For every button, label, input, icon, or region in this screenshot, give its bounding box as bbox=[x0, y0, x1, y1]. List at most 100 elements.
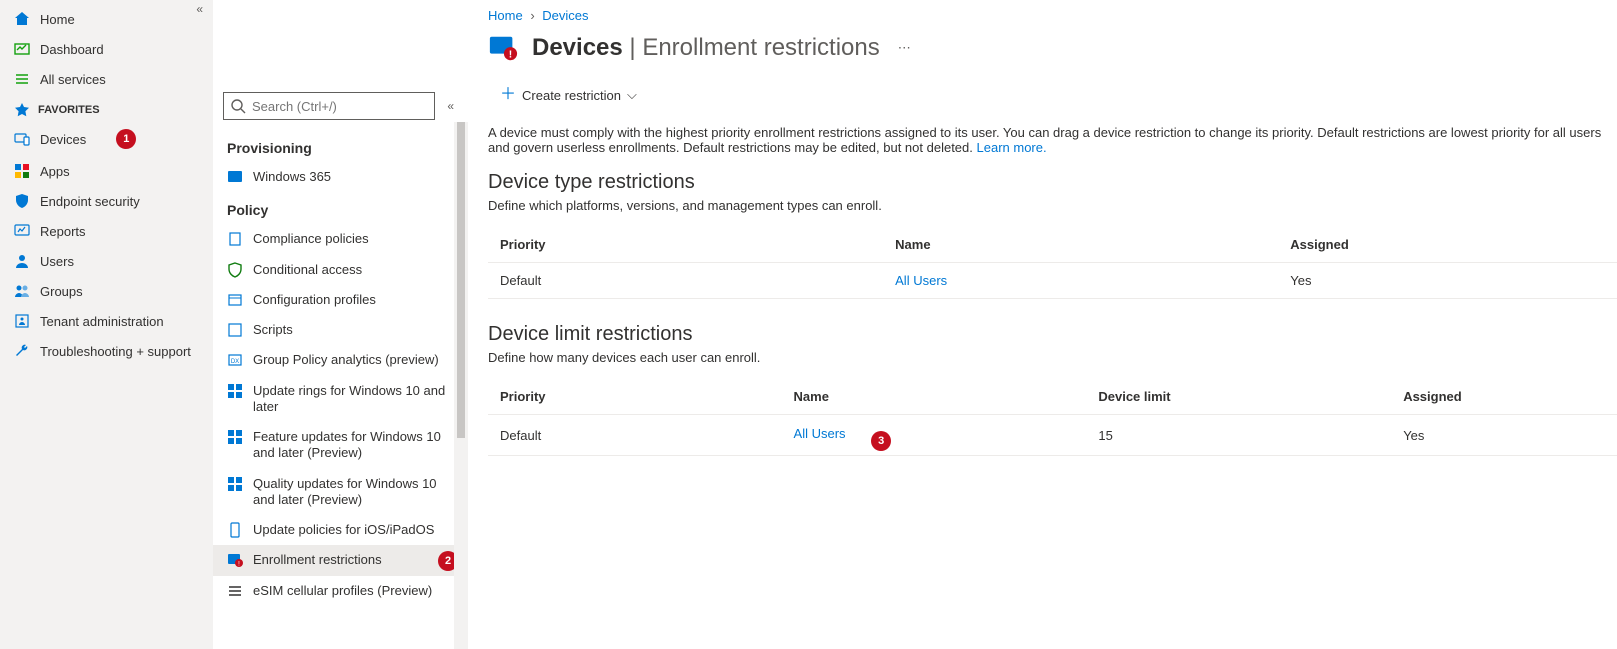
learn-more-link[interactable]: Learn more. bbox=[977, 140, 1047, 155]
col-assigned[interactable]: Assigned bbox=[1278, 227, 1617, 263]
cell-assigned: Yes bbox=[1391, 415, 1617, 456]
dashboard-icon bbox=[14, 41, 30, 57]
nav2-iosupd[interactable]: Update policies for iOS/iPadOS bbox=[213, 515, 468, 545]
home-icon bbox=[14, 11, 30, 27]
nav1-label: Tenant administration bbox=[40, 314, 164, 329]
nav1-endpoint[interactable]: Endpoint security bbox=[0, 186, 213, 216]
nav2-enrollment-restrictions[interactable]: ! Enrollment restrictions 2 bbox=[213, 545, 468, 575]
nav2-updaterings[interactable]: Update rings for Windows 10 and later bbox=[213, 376, 468, 423]
provisioning-heading: Provisioning bbox=[213, 130, 468, 162]
cell-limit: 15 bbox=[1086, 415, 1391, 456]
nav2-label: Compliance policies bbox=[253, 231, 454, 247]
nav2-label: Scripts bbox=[253, 322, 454, 338]
nav1-apps[interactable]: Apps bbox=[0, 156, 213, 186]
device-type-table: Priority Name Assigned Default All Users… bbox=[488, 227, 1617, 299]
svg-text:DX: DX bbox=[231, 359, 239, 365]
breadcrumb: Home › Devices bbox=[488, 8, 1617, 23]
col-priority[interactable]: Priority bbox=[488, 379, 782, 415]
chevron-down-icon: ⌵ bbox=[627, 87, 637, 103]
annotation-badge-1: 1 bbox=[116, 129, 136, 149]
nav2-label: Feature updates for Windows 10 and later… bbox=[253, 429, 454, 462]
breadcrumb-devices[interactable]: Devices bbox=[542, 8, 588, 23]
device-limit-table: Priority Name Device limit Assigned Defa… bbox=[488, 379, 1617, 456]
nav2-windows365[interactable]: Windows 365 bbox=[213, 162, 468, 192]
nav2-conditional[interactable]: Conditional access bbox=[213, 255, 468, 285]
col-priority[interactable]: Priority bbox=[488, 227, 883, 263]
nav1-home[interactable]: Home bbox=[0, 4, 213, 34]
nav1-reports[interactable]: Reports bbox=[0, 216, 213, 246]
list-icon bbox=[14, 71, 30, 87]
windows-icon bbox=[227, 383, 243, 399]
col-name[interactable]: Name bbox=[883, 227, 1278, 263]
breadcrumb-sep-icon: › bbox=[530, 8, 534, 23]
nav1-label: Home bbox=[40, 12, 75, 27]
windows-icon bbox=[227, 476, 243, 492]
nav2-compliance[interactable]: Compliance policies bbox=[213, 224, 468, 254]
user-icon bbox=[14, 253, 30, 269]
cell-name-link[interactable]: All Users bbox=[895, 273, 947, 288]
nav1-tenant[interactable]: Tenant administration bbox=[0, 306, 213, 336]
nav1-groups[interactable]: Groups bbox=[0, 276, 213, 306]
table-row[interactable]: Default All Users Yes bbox=[488, 263, 1617, 299]
device-limit-heading: Device limit restrictions bbox=[488, 323, 1617, 346]
shield-icon bbox=[14, 193, 30, 209]
apps-icon bbox=[14, 163, 30, 179]
nav1-users[interactable]: Users bbox=[0, 246, 213, 276]
nav2-configprof[interactable]: Configuration profiles bbox=[213, 285, 468, 315]
breadcrumb-home[interactable]: Home bbox=[488, 8, 523, 23]
table-row[interactable]: Default All Users 3 15 Yes bbox=[488, 415, 1617, 456]
wrench-icon bbox=[14, 343, 30, 359]
devices-title-icon: ! bbox=[488, 33, 518, 63]
cell-priority: Default bbox=[488, 263, 883, 299]
scrollbar[interactable] bbox=[454, 122, 468, 649]
nav2-label: Update rings for Windows 10 and later bbox=[253, 383, 454, 416]
nav1-label: Endpoint security bbox=[40, 194, 140, 209]
groups-icon bbox=[14, 283, 30, 299]
config-icon bbox=[227, 292, 243, 308]
nav2-label: Configuration profiles bbox=[253, 292, 454, 308]
nav1-devices[interactable]: Devices 1 bbox=[0, 122, 213, 156]
search-input[interactable] bbox=[252, 99, 428, 114]
star-icon bbox=[14, 102, 30, 118]
scrollbar-thumb[interactable] bbox=[457, 122, 465, 438]
annotation-badge-3: 3 bbox=[871, 431, 891, 451]
nav2-label: Group Policy analytics (preview) bbox=[253, 352, 454, 368]
nav1-label: Apps bbox=[40, 164, 70, 179]
page-title-bar: ! Devices | Enrollment restrictions ⋯ bbox=[488, 33, 1617, 63]
cell-assigned: Yes bbox=[1278, 263, 1617, 299]
nav2-featureupd[interactable]: Feature updates for Windows 10 and later… bbox=[213, 422, 468, 469]
nav2-esim[interactable]: eSIM cellular profiles (Preview) bbox=[213, 576, 468, 606]
col-assigned[interactable]: Assigned bbox=[1391, 379, 1617, 415]
nav2-label: Enrollment restrictions bbox=[253, 552, 454, 568]
windows365-icon bbox=[227, 169, 243, 185]
nav1-troubleshoot[interactable]: Troubleshooting + support bbox=[0, 336, 213, 366]
cell-priority: Default bbox=[488, 415, 782, 456]
collapse-nav2-icon[interactable]: « bbox=[443, 95, 458, 117]
shield-check-icon bbox=[227, 262, 243, 278]
col-limit[interactable]: Device limit bbox=[1086, 379, 1391, 415]
cell-name-link[interactable]: All Users bbox=[794, 426, 846, 441]
windows-icon bbox=[227, 429, 243, 445]
nav1-allservices[interactable]: All services bbox=[0, 64, 213, 94]
create-restriction-button[interactable]: ＋ Create restriction ⌵ bbox=[496, 81, 641, 109]
clipboard-icon bbox=[227, 231, 243, 247]
more-actions-icon[interactable]: ⋯ bbox=[894, 36, 915, 60]
phone-icon bbox=[227, 522, 243, 538]
device-limit-sub: Define how many devices each user can en… bbox=[488, 350, 1617, 365]
nav2-scripts[interactable]: Scripts bbox=[213, 315, 468, 345]
description: A device must comply with the highest pr… bbox=[488, 125, 1617, 155]
svg-text:!: ! bbox=[509, 49, 512, 60]
search-input-wrapper[interactable] bbox=[223, 92, 435, 120]
nav2-label: Update policies for iOS/iPadOS bbox=[253, 522, 454, 538]
nav1-label: Users bbox=[40, 254, 74, 269]
nav1-dashboard[interactable]: Dashboard bbox=[0, 34, 213, 64]
nav2-label: eSIM cellular profiles (Preview) bbox=[253, 583, 454, 599]
nav2-gpa[interactable]: DX Group Policy analytics (preview) bbox=[213, 345, 468, 375]
nav2-qualityupd[interactable]: Quality updates for Windows 10 and later… bbox=[213, 469, 468, 516]
monitor-icon bbox=[14, 223, 30, 239]
primary-nav: « Home Dashboard All services FAVORITES … bbox=[0, 0, 213, 649]
enrollment-icon: ! bbox=[227, 552, 243, 568]
col-name[interactable]: Name bbox=[782, 379, 1087, 415]
list-icon bbox=[227, 583, 243, 599]
nav1-label: Groups bbox=[40, 284, 83, 299]
